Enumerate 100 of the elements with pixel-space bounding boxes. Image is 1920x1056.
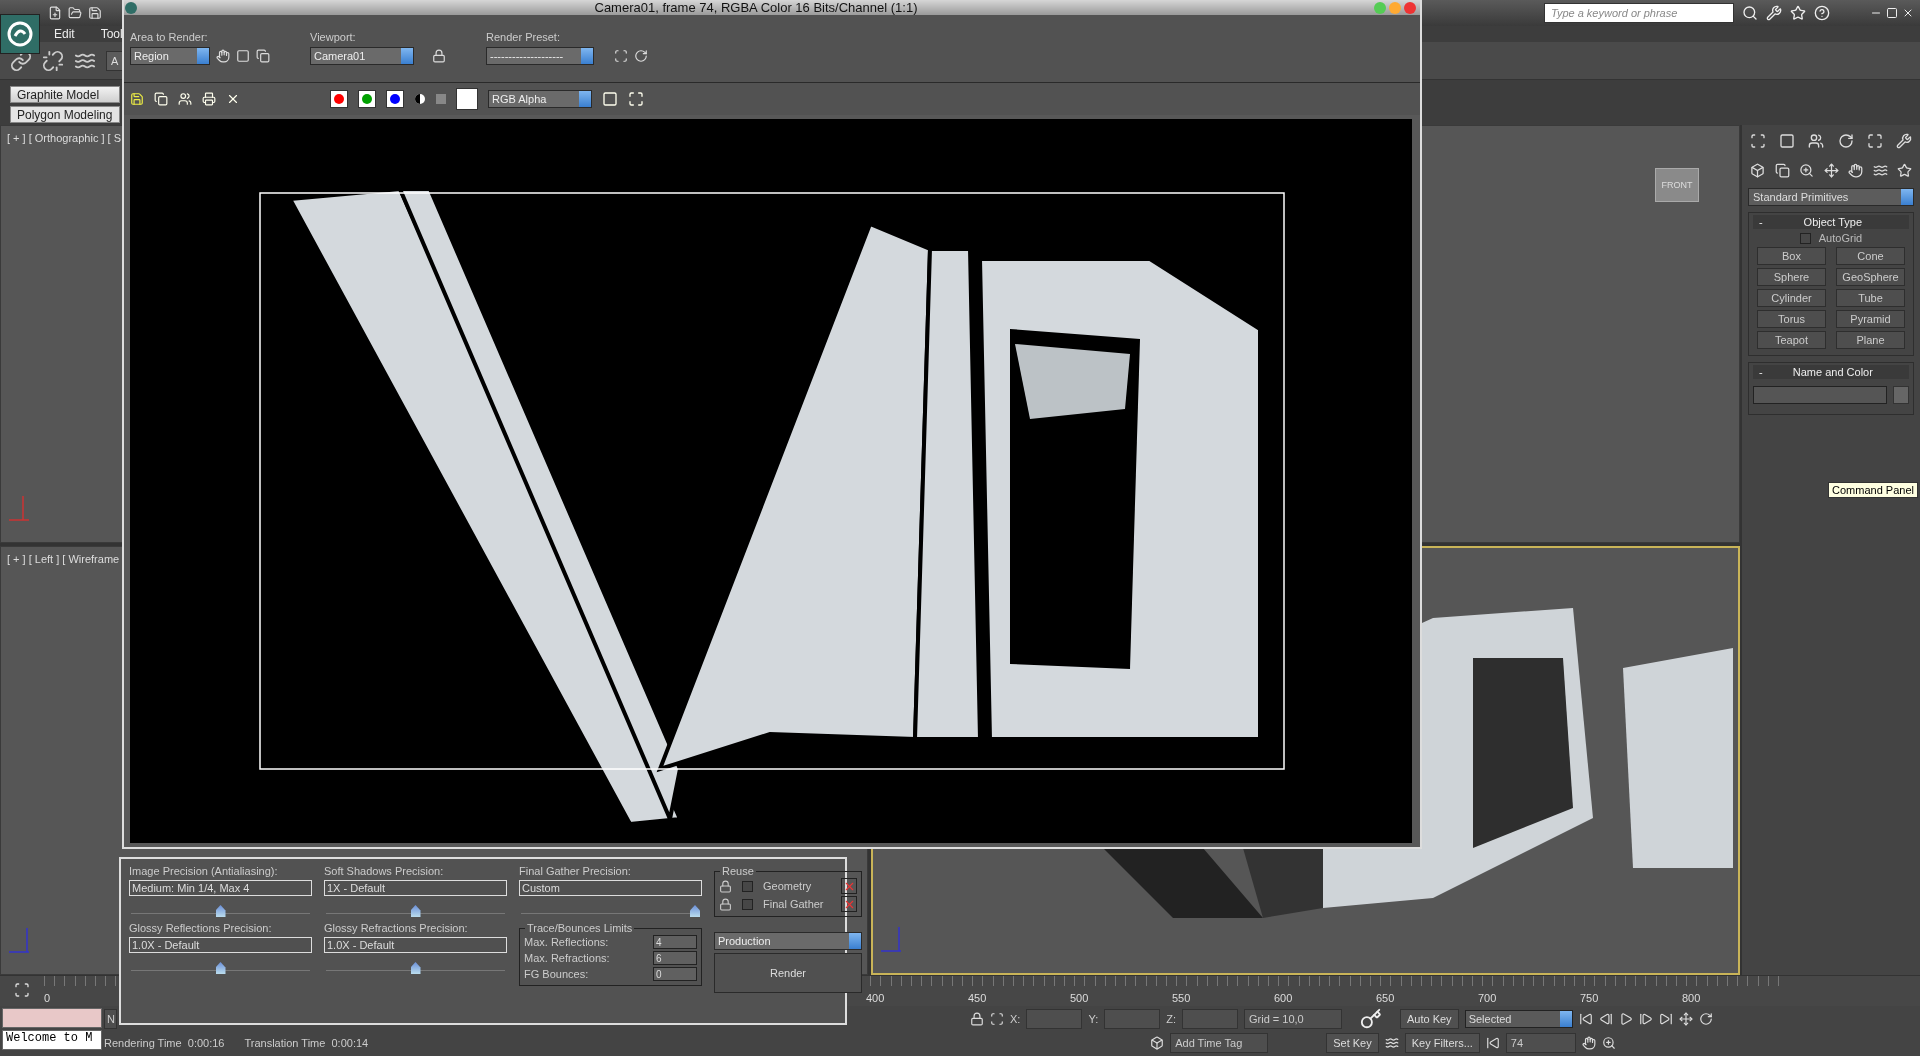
- maxscript-listener[interactable]: [2, 1008, 102, 1028]
- slider-thumb[interactable]: [690, 905, 700, 917]
- name-field[interactable]: [1753, 386, 1887, 404]
- category-dropdown[interactable]: Standard Primitives: [1748, 188, 1914, 206]
- wrench-icon[interactable]: [1766, 5, 1782, 21]
- primitive-button[interactable]: Plane: [1836, 331, 1905, 349]
- slider-thumb[interactable]: [215, 905, 226, 917]
- checkbox[interactable]: [742, 898, 753, 910]
- checkbox[interactable]: [742, 880, 753, 892]
- slider-thumb[interactable]: [215, 962, 226, 974]
- key-icon[interactable]: [1360, 1008, 1382, 1030]
- add-time-tag-field[interactable]: Add Time Tag: [1170, 1033, 1269, 1053]
- area-dropdown[interactable]: Region: [130, 47, 210, 65]
- clear-icon[interactable]: [841, 896, 857, 912]
- close-icon[interactable]: [1902, 7, 1914, 19]
- go-to-end-icon[interactable]: [1658, 1012, 1673, 1026]
- key-mode-dropdown[interactable]: Selected: [1464, 1010, 1573, 1028]
- maxscript-output[interactable]: Welcome to M: [2, 1030, 102, 1050]
- pan-icon[interactable]: [1678, 1012, 1693, 1026]
- checkbox[interactable]: [1799, 232, 1811, 244]
- alpha-icon[interactable]: [414, 93, 426, 105]
- hand-icon[interactable]: [1581, 1036, 1596, 1050]
- open-folder-icon[interactable]: [68, 6, 82, 20]
- zoom-icon[interactable]: [1601, 1036, 1616, 1050]
- primitive-button[interactable]: Teapot: [1757, 331, 1826, 349]
- slider-thumb[interactable]: [410, 905, 421, 917]
- render-button[interactable]: Render: [714, 953, 862, 993]
- precision-field[interactable]: 1X - Default: [324, 880, 507, 896]
- lock-icon[interactable]: [719, 897, 732, 911]
- primitive-button[interactable]: GeoSphere: [1836, 268, 1905, 286]
- rollout-header[interactable]: - Name and Color: [1753, 365, 1909, 379]
- rollout-header[interactable]: - Object Type: [1753, 215, 1909, 229]
- number-field[interactable]: 6: [653, 951, 697, 965]
- next-frame-icon[interactable]: [1638, 1012, 1653, 1026]
- channel-toggle[interactable]: [386, 90, 404, 108]
- collapse-toggle[interactable]: -: [1759, 366, 1763, 378]
- spinner-icon: [1559, 1011, 1572, 1027]
- color-swatch[interactable]: [1893, 386, 1909, 404]
- app-logo[interactable]: [0, 14, 40, 54]
- primitive-button[interactable]: Sphere: [1757, 268, 1826, 286]
- frame-field[interactable]: 74: [1505, 1033, 1576, 1053]
- previous-frame-icon[interactable]: [1598, 1012, 1613, 1026]
- primitive-button[interactable]: Cone: [1836, 247, 1905, 265]
- precision-field[interactable]: 1.0X - Default: [324, 937, 507, 953]
- save-image-icon[interactable]: [130, 92, 144, 106]
- clear-icon[interactable]: [841, 878, 857, 894]
- menu-item[interactable]: Tool: [100, 27, 123, 41]
- unlink-icon[interactable]: [42, 49, 64, 72]
- coord-field[interactable]: [1026, 1009, 1083, 1029]
- coord-field[interactable]: [1104, 1009, 1161, 1029]
- hand-icon[interactable]: [216, 49, 230, 63]
- save-icon[interactable]: [88, 6, 102, 20]
- primitive-button[interactable]: Torus: [1757, 310, 1826, 328]
- precision-field[interactable]: Medium: Min 1/4, Max 4: [129, 880, 312, 896]
- number-field[interactable]: 4: [653, 935, 697, 949]
- viewport-label[interactable]: [ + ] [ Orthographic ] [ S: [7, 132, 122, 144]
- preset-dropdown[interactable]: --------------------: [486, 47, 594, 65]
- search-icon[interactable]: [1742, 5, 1758, 21]
- utilities-icon[interactable]: [1895, 133, 1912, 149]
- menu-item[interactable]: Edit: [54, 27, 75, 41]
- print-icon[interactable]: [202, 92, 216, 106]
- checkbox-label: Final Gather: [763, 898, 825, 910]
- primitive-button[interactable]: Box: [1757, 247, 1826, 265]
- new-file-icon[interactable]: [48, 6, 62, 20]
- lock-icon[interactable]: [432, 49, 446, 63]
- channel-toggle[interactable]: [330, 90, 348, 108]
- coord-field[interactable]: [1182, 1009, 1238, 1029]
- primitive-button[interactable]: Tube: [1836, 289, 1905, 307]
- primitive-button[interactable]: Pyramid: [1836, 310, 1905, 328]
- render-mode-dropdown[interactable]: Production: [714, 932, 862, 950]
- number-field[interactable]: 0: [653, 967, 697, 981]
- geometry-icon[interactable]: [1750, 163, 1765, 178]
- collapse-toggle[interactable]: -: [1759, 216, 1763, 228]
- ribbon-tab[interactable]: Graphite Model: [10, 86, 120, 103]
- star-icon[interactable]: [1790, 5, 1806, 21]
- viewport-dropdown[interactable]: Camera01: [310, 47, 414, 65]
- clear-icon[interactable]: [226, 92, 240, 106]
- viewport-label[interactable]: [ + ] [ Left ] [ Wireframe: [7, 553, 120, 565]
- rollout-title: Name and Color: [1791, 366, 1874, 378]
- help-icon[interactable]: [1814, 5, 1830, 21]
- precision-field[interactable]: 1.0X - Default: [129, 937, 312, 953]
- slider-thumb[interactable]: [410, 962, 421, 974]
- lock-icon[interactable]: [719, 879, 732, 893]
- play-icon[interactable]: [1618, 1012, 1633, 1026]
- region-icon[interactable]: [236, 49, 250, 63]
- channel-toggle[interactable]: [358, 90, 376, 108]
- primitive-button[interactable]: Cylinder: [1757, 289, 1826, 307]
- precision-field[interactable]: Custom: [519, 880, 702, 896]
- ribbon-tab[interactable]: Polygon Modeling: [10, 106, 120, 123]
- copy-image-icon[interactable]: [154, 92, 168, 106]
- go-to-start-icon[interactable]: [1578, 1012, 1593, 1026]
- orbit-icon[interactable]: [1698, 1012, 1713, 1026]
- search-field[interactable]: Type a keyword or phrase: [1544, 3, 1734, 23]
- display-channel-dropdown[interactable]: RGB Alpha: [488, 90, 592, 108]
- restore-icon[interactable]: [1886, 7, 1898, 19]
- key-filters-button[interactable]: Key Filters...: [1404, 1033, 1480, 1053]
- set-key-button[interactable]: Set Key: [1326, 1033, 1379, 1053]
- auto-key-button[interactable]: Auto Key: [1400, 1009, 1459, 1029]
- lock-icon[interactable]: [970, 1012, 984, 1026]
- color-swatch[interactable]: [456, 88, 478, 110]
